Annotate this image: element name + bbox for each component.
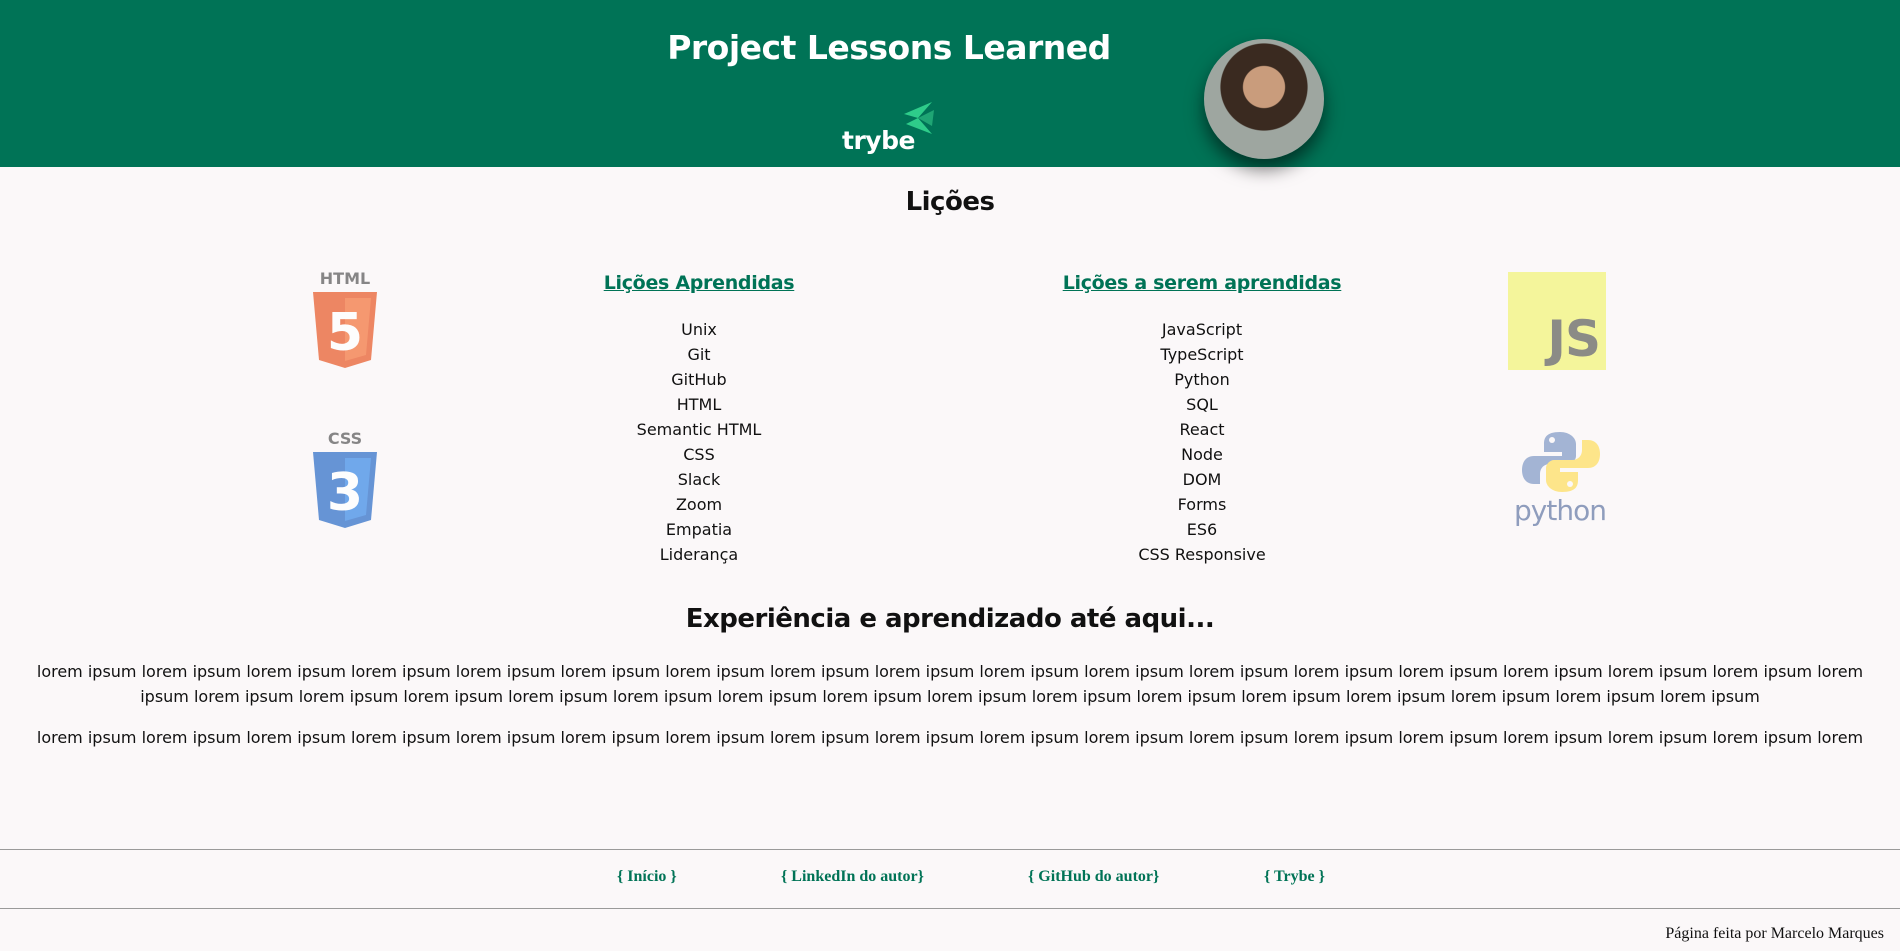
lessons-to-learn-list: JavaScript TypeScript Python SQL React N… bbox=[1012, 317, 1392, 567]
css3-logo-icon: CSS 3 bbox=[309, 429, 381, 530]
lessons-learned-column: Lições Aprendidas Unix Git GitHub HTML S… bbox=[509, 272, 889, 567]
list-item: Unix bbox=[681, 320, 717, 339]
lessons-to-learn-heading[interactable]: Lições a serem aprendidas bbox=[1012, 272, 1392, 294]
author-avatar bbox=[1204, 39, 1324, 159]
list-item: JavaScript bbox=[1161, 320, 1243, 339]
list-item: GitHub bbox=[671, 370, 727, 389]
trybe-logo: trybe bbox=[842, 98, 942, 158]
trybe-logo-text: trybe bbox=[842, 126, 915, 155]
list-item: ES6 bbox=[1186, 520, 1218, 539]
list-item: DOM bbox=[1182, 470, 1222, 489]
list-item: CSS Responsive bbox=[1138, 545, 1266, 564]
lessons-learned-list: Unix Git GitHub HTML Semantic HTML CSS S… bbox=[509, 317, 889, 567]
list-item: Node bbox=[1181, 445, 1223, 464]
list-item: Liderança bbox=[659, 545, 739, 564]
footer-divider bbox=[0, 849, 1900, 850]
list-item: Zoom bbox=[675, 495, 723, 514]
lessons-to-learn-column: Lições a serem aprendidas JavaScript Typ… bbox=[1012, 272, 1392, 567]
nav-link-github[interactable]: { GitHub do autor} bbox=[1028, 868, 1159, 886]
javascript-logo-icon: JS bbox=[1508, 272, 1606, 370]
list-item: CSS bbox=[683, 445, 715, 464]
experience-title: Experiência e aprendizado até aqui... bbox=[685, 604, 1215, 634]
nav-link-inicio[interactable]: { Início } bbox=[617, 868, 677, 886]
experience-paragraph: lorem ipsum lorem ipsum lorem ipsum lore… bbox=[36, 662, 1864, 706]
lessons-learned-heading[interactable]: Lições Aprendidas bbox=[509, 272, 889, 294]
experience-paragraph: lorem ipsum lorem ipsum lorem ipsum lore… bbox=[36, 728, 1864, 747]
css3-logo-label: CSS bbox=[328, 430, 362, 448]
footer-divider bbox=[0, 908, 1900, 909]
html5-logo-icon: HTML 5 bbox=[309, 269, 381, 370]
python-logo-label: python bbox=[1514, 494, 1607, 527]
list-item: Empatia bbox=[665, 520, 733, 539]
javascript-logo-label: JS bbox=[1547, 310, 1601, 368]
html5-logo-label: HTML bbox=[320, 270, 370, 288]
list-item: TypeScript bbox=[1160, 345, 1244, 364]
html5-logo-number: 5 bbox=[327, 303, 363, 363]
css3-logo-number: 3 bbox=[327, 463, 363, 523]
python-logo-icon: python bbox=[1510, 430, 1610, 530]
list-item: Forms bbox=[1177, 495, 1227, 514]
list-item: Python bbox=[1174, 370, 1230, 389]
list-item: HTML bbox=[676, 395, 722, 414]
list-item: Slack bbox=[677, 470, 721, 489]
site-header: Project Lessons Learned trybe bbox=[0, 0, 1900, 167]
list-item: SQL bbox=[1186, 395, 1218, 414]
page-title: Project Lessons Learned bbox=[667, 28, 1111, 67]
list-item: React bbox=[1179, 420, 1225, 439]
nav-link-trybe[interactable]: { Trybe } bbox=[1264, 868, 1325, 886]
nav-link-linkedin[interactable]: { LinkedIn do autor} bbox=[781, 868, 924, 886]
footer-credit: Página feita por Marcelo Marques bbox=[1665, 925, 1884, 942]
lessons-title: Lições bbox=[905, 187, 995, 217]
list-item: Semantic HTML bbox=[636, 420, 762, 439]
list-item: Git bbox=[687, 345, 711, 364]
